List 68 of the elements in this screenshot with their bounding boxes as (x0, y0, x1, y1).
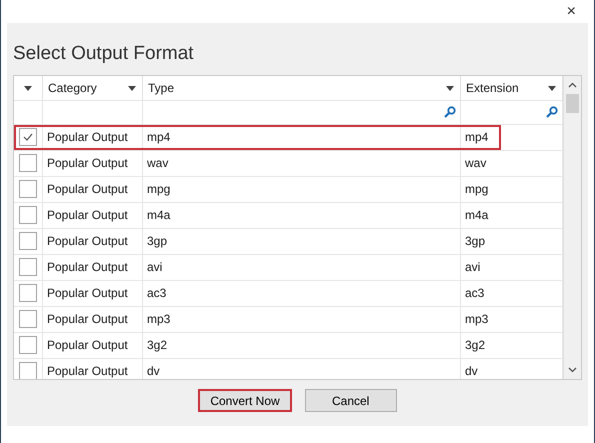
column-header[interactable]: Category (48, 81, 97, 95)
table-row[interactable]: Popular Output 3g2 3g2 (14, 333, 563, 359)
table-cell: dv (147, 364, 160, 378)
caret-icon[interactable] (446, 86, 454, 90)
table-cell: mp4 (147, 130, 170, 144)
table-cell: wav (465, 156, 486, 170)
row-checkbox[interactable] (19, 232, 37, 250)
table-cell: Popular Output (47, 130, 128, 144)
check-icon (23, 133, 33, 141)
caret-icon[interactable] (128, 86, 136, 90)
table-row[interactable]: Popular Output wav wav (14, 151, 563, 177)
table-cell: mp3 (465, 312, 488, 326)
row-checkbox[interactable] (19, 284, 37, 302)
table-cell: 3g2 (465, 338, 486, 352)
table-cell: dv (465, 364, 478, 378)
scrollbar[interactable] (563, 76, 581, 379)
search-icon[interactable] (546, 106, 558, 118)
scroll-thumb[interactable] (566, 94, 579, 113)
table-cell: Popular Output (47, 312, 128, 326)
table-cell: m4a (465, 208, 488, 222)
scroll-down-icon[interactable] (568, 367, 577, 373)
column-header[interactable]: Type (148, 81, 174, 95)
table-cell: Popular Output (47, 182, 128, 196)
table-cell: avi (465, 260, 480, 274)
table-cell: Popular Output (47, 234, 128, 248)
table-cell: Popular Output (47, 260, 128, 274)
row-checkbox[interactable] (19, 180, 37, 198)
table-row[interactable]: Popular Output 3gp 3gp (14, 229, 563, 255)
table-cell: mp4 (465, 130, 488, 144)
table-row[interactable]: Popular Output ac3 ac3 (14, 281, 563, 307)
table-row[interactable]: Popular Output dv dv (14, 359, 563, 379)
table-row[interactable]: Popular Output mp4 mp4 (14, 125, 563, 151)
row-checkbox[interactable] (19, 362, 37, 379)
table-cell: wav (147, 156, 168, 170)
table-cell: 3gp (465, 234, 486, 248)
row-checkbox[interactable] (19, 128, 37, 146)
close-button[interactable]: × (562, 2, 580, 20)
table-cell: 3gp (147, 234, 168, 248)
table-cell: ac3 (465, 286, 484, 300)
table-cell: ac3 (147, 286, 166, 300)
table-cell: avi (147, 260, 162, 274)
table-cell: mpg (147, 182, 170, 196)
table-row[interactable]: Popular Output avi avi (14, 255, 563, 281)
table-cell: m4a (147, 208, 170, 222)
table-cell: Popular Output (47, 208, 128, 222)
table-cell: Popular Output (47, 286, 128, 300)
row-checkbox[interactable] (19, 206, 37, 224)
table-cell: Popular Output (47, 156, 128, 170)
dialog-button[interactable]: Convert Now (198, 389, 292, 412)
table-row[interactable]: Popular Output m4a m4a (14, 203, 563, 229)
table-cell: 3g2 (147, 338, 168, 352)
table-row[interactable]: Popular Output mpg mpg (14, 177, 563, 203)
table-row[interactable]: Popular Output mp3 mp3 (14, 307, 563, 333)
table-cell: Popular Output (47, 364, 128, 378)
row-checkbox[interactable] (19, 258, 37, 276)
scroll-up-icon[interactable] (568, 82, 577, 88)
row-checkbox[interactable] (19, 154, 37, 172)
column-header[interactable]: Extension (466, 81, 519, 95)
caret-icon[interactable] (548, 86, 556, 90)
caret-icon[interactable] (24, 86, 32, 90)
table-cell: Popular Output (47, 338, 128, 352)
row-checkbox[interactable] (19, 336, 37, 354)
row-checkbox[interactable] (19, 310, 37, 328)
dialog-title: Select Output Format (13, 42, 195, 66)
dialog-button[interactable]: Cancel (304, 389, 397, 412)
table-cell: mp3 (147, 312, 170, 326)
search-icon[interactable] (444, 106, 456, 118)
table-cell: mpg (465, 182, 488, 196)
